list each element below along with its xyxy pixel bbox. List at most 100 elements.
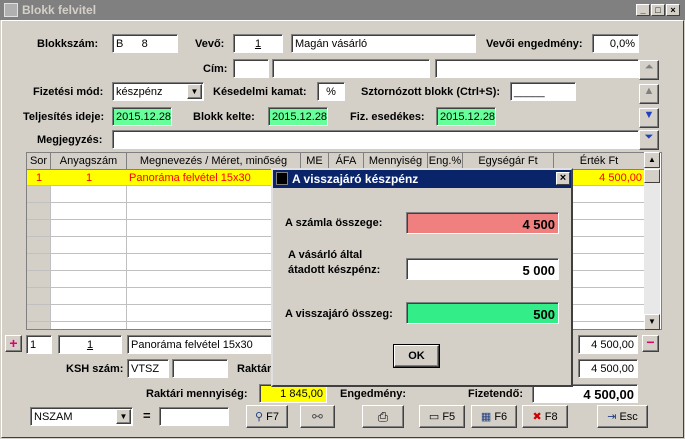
- first-icon: ⏶: [644, 61, 654, 73]
- print-button[interactable]: ⎙: [362, 405, 404, 428]
- app-icon: [4, 3, 18, 17]
- search-field-select[interactable]: NSZAM ▼: [30, 407, 133, 426]
- col-header-anyagszam[interactable]: Anyagszám: [51, 153, 127, 170]
- ertek-total-field[interactable]: 4 500,00: [578, 359, 638, 378]
- binoculars-icon: ⚲: [255, 411, 264, 423]
- vevo-code-field[interactable]: 1: [233, 34, 283, 53]
- prev-record-button[interactable]: ▲: [639, 84, 659, 104]
- blokkszam-label: Blokkszám:: [37, 38, 99, 50]
- edit-ertek-field[interactable]: 4 500,00: [578, 335, 638, 354]
- dialog-titlebar: A visszajáró készpénz ×: [273, 170, 571, 188]
- sztorno-field[interactable]: _____: [510, 82, 576, 101]
- window-titlebar: Blokk felvitel _ □ ×: [0, 0, 685, 20]
- plus-icon: +: [9, 335, 18, 351]
- megjegyzes-label: Megjegyzés:: [37, 134, 103, 146]
- f5-label: F5: [442, 411, 456, 423]
- kelte-date-field[interactable]: 2015.12.28: [268, 107, 328, 126]
- minus-icon: −: [646, 334, 655, 350]
- esc-label: Esc: [619, 411, 638, 423]
- delete-f8-button[interactable]: ✖ F8: [522, 405, 568, 428]
- f8-label: F8: [544, 411, 558, 423]
- ksh-value-field[interactable]: [172, 359, 228, 378]
- edit-icon: ▦: [480, 411, 492, 423]
- ksh-label: KSH szám:: [66, 363, 124, 375]
- blokkszam-field[interactable]: B 8: [112, 34, 178, 53]
- megjegyzes-field[interactable]: [112, 130, 639, 149]
- scroll-thumb[interactable]: [644, 169, 660, 183]
- ok-button[interactable]: OK: [393, 344, 440, 368]
- cim-label: Cím:: [203, 63, 228, 75]
- teljesites-date-field[interactable]: 2015.12.28: [112, 107, 172, 126]
- kelte-label: Blokk kelte:: [193, 111, 255, 123]
- printer-icon: ⎙: [377, 409, 389, 424]
- new-document-icon: ▭: [428, 411, 440, 423]
- cim-city-field[interactable]: [272, 59, 430, 78]
- binoculars-icon: ⚯: [312, 409, 323, 424]
- engedmeny-label: Vevői engedmény:: [486, 38, 583, 50]
- engedmeny-field[interactable]: 0,0%: [592, 34, 639, 53]
- szamla-osszeg-label: A számla összege:: [285, 217, 383, 229]
- grid-scrollbar[interactable]: ▲ ▼: [644, 152, 660, 330]
- teljesites-label: Teljesítés ideje:: [23, 111, 105, 123]
- find-next-button[interactable]: ⚯: [300, 405, 335, 428]
- f7-label: F7: [266, 411, 279, 423]
- dialog-app-icon: [276, 172, 288, 185]
- equals-sign: =: [143, 408, 151, 423]
- search-input[interactable]: [159, 407, 229, 426]
- chevron-down-icon[interactable]: ▼: [116, 409, 131, 424]
- esedekes-date-field[interactable]: 2015.12.28: [436, 107, 496, 126]
- last-icon: ⏷: [644, 131, 654, 143]
- edit-f6-button[interactable]: ▦ F6: [471, 405, 517, 428]
- col-header-sor[interactable]: Sor: [27, 153, 51, 170]
- delete-row-button[interactable]: −: [642, 335, 659, 352]
- down-icon: ▼: [643, 109, 655, 121]
- close-button[interactable]: ×: [666, 4, 680, 16]
- cim-street-field[interactable]: [435, 59, 639, 78]
- cim-zip-field[interactable]: [233, 59, 269, 78]
- visszajaro-field[interactable]: 500: [406, 302, 559, 324]
- raktari-menny-label: Raktári mennyiség:: [146, 388, 248, 400]
- fizetendo-label: Fizetendő:: [468, 388, 523, 400]
- vevo-name-field[interactable]: Magán vásárló: [291, 34, 476, 53]
- dialog-close-button[interactable]: ×: [556, 172, 570, 185]
- delete-icon: ✖: [532, 411, 542, 423]
- atadott-keszpenz-field[interactable]: 5 000: [406, 258, 559, 280]
- scroll-down-icon[interactable]: ▼: [644, 314, 660, 330]
- scroll-up-icon[interactable]: ▲: [644, 152, 660, 168]
- visszajaro-label: A visszajáró összeg:: [285, 308, 393, 320]
- first-record-button[interactable]: ⏶: [639, 60, 659, 80]
- cell-sor: 1: [35, 172, 43, 184]
- ksh-field[interactable]: VTSZ: [127, 359, 169, 378]
- atadott-label-line2: átadott készpénz:: [288, 264, 381, 276]
- window-title: Blokk felvitel: [22, 3, 97, 17]
- atadott-label-line1: A vásárló által: [288, 249, 363, 261]
- new-f5-button[interactable]: ▭ F5: [419, 405, 465, 428]
- exit-door-icon: ⇥: [607, 411, 617, 423]
- f6-label: F6: [494, 411, 508, 423]
- change-dialog: A visszajáró készpénz × A számla összege…: [271, 168, 573, 387]
- maximize-button[interactable]: □: [651, 4, 665, 16]
- esedekes-label: Fiz. esedékes:: [350, 111, 425, 123]
- fizmod-value: készpénz: [116, 86, 163, 98]
- edit-sor-field[interactable]: 1: [26, 335, 52, 354]
- next-record-button[interactable]: ▼: [639, 108, 659, 128]
- dialog-title: A visszajáró készpénz: [292, 172, 419, 186]
- kesedelmi-field[interactable]: %: [317, 82, 345, 101]
- edit-anyagszam-field[interactable]: 1: [58, 335, 122, 354]
- exit-esc-button[interactable]: ⇥ Esc: [597, 405, 648, 428]
- engedmeny-bottom-label: Engedmény:: [340, 388, 407, 400]
- up-icon: ▲: [643, 85, 655, 97]
- kesedelmi-label: Késedelmi kamat:: [213, 86, 307, 98]
- last-record-button[interactable]: ⏷: [639, 130, 659, 150]
- raktar-label: Raktár: [237, 363, 272, 375]
- cell-anyagszam: 1: [85, 172, 93, 184]
- chevron-down-icon[interactable]: ▼: [187, 84, 202, 99]
- find-f7-button[interactable]: ⚲ F7: [246, 405, 288, 428]
- fizmod-select[interactable]: készpénz ▼: [112, 82, 204, 101]
- edit-megnevezes-field[interactable]: Panoráma felvétel 15x30: [127, 335, 273, 354]
- sztorno-label: Sztornózott blokk (Ctrl+S):: [361, 86, 501, 98]
- search-select-value: NSZAM: [34, 411, 73, 423]
- minimize-button[interactable]: _: [636, 4, 650, 16]
- add-row-button[interactable]: +: [5, 335, 22, 352]
- szamla-osszeg-field[interactable]: 4 500: [406, 212, 559, 234]
